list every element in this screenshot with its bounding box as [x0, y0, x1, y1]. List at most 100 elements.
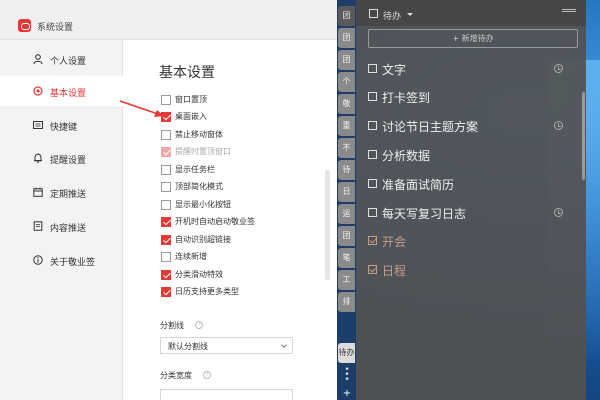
new-todo-button[interactable]: + 新增待办	[368, 29, 578, 48]
option-slide-effect[interactable]: 分类滑动特效	[161, 269, 336, 283]
option-detect-links[interactable]: 自动识别超链接	[161, 234, 336, 248]
option-label: 窗口置顶	[175, 95, 207, 104]
settings-content: 基本设置 窗口置顶 桌面嵌入 禁止移动窗体 提醒时置顶窗口 显示任务栏 顶部简化…	[123, 40, 340, 400]
sidebar-item-label: 关于敬业签	[50, 258, 96, 268]
tab-category[interactable]: 团	[338, 50, 355, 70]
sidebar-item-basic[interactable]: 基本设置	[0, 76, 123, 106]
tab-category[interactable]: 团	[338, 6, 355, 26]
option-label: 桌面嵌入	[175, 112, 207, 121]
select-value: 默认分割线	[168, 342, 208, 351]
menu-icon[interactable]	[562, 9, 576, 12]
option-label: 显示任务栏	[175, 165, 215, 174]
option-window-on-top[interactable]: 窗口置顶	[161, 94, 336, 108]
option-desktop-embed[interactable]: 桌面嵌入	[161, 111, 336, 125]
checkbox[interactable]	[161, 182, 171, 192]
title-bar[interactable]: 系统设置	[0, 0, 340, 40]
checkbox	[161, 147, 171, 157]
todo-item[interactable]: 分析数据	[368, 146, 578, 164]
checkbox[interactable]	[368, 121, 377, 130]
option-continuous-add[interactable]: 连续新增	[161, 251, 336, 265]
user-icon	[33, 54, 43, 64]
checkbox[interactable]	[161, 287, 171, 297]
sidebar-item-label: 内容推送	[50, 224, 87, 234]
chevron-down-icon[interactable]	[407, 13, 413, 16]
info-icon	[33, 255, 43, 265]
add-icon[interactable]: +	[342, 389, 352, 399]
todo-item[interactable]: 每天写复习日志	[368, 204, 578, 222]
checkbox[interactable]	[161, 130, 171, 140]
todo-item[interactable]: 准备面试简历	[368, 175, 578, 193]
todo-panel: 待办 + 新增待办 文字 打卡签到 讨论节日主题方案 分析数据 准备面试简历 每…	[356, 0, 586, 400]
checkbox[interactable]	[368, 92, 377, 101]
todo-text: 每天写复习日志	[382, 207, 467, 221]
divider-label: 分割线	[160, 321, 184, 330]
checkbox[interactable]	[161, 235, 171, 245]
sidebar-item-scheduled-push[interactable]: 定期推送	[0, 177, 123, 207]
tab-category[interactable]: 团	[338, 28, 355, 48]
option-simple-header[interactable]: 顶部简化模式	[161, 181, 336, 195]
tab-category[interactable]: 笔	[338, 248, 355, 268]
tab-category[interactable]: 排	[338, 292, 355, 312]
option-calendar-types[interactable]: 日历支持更多类型	[161, 286, 336, 300]
sidebar-item-about[interactable]: 关于敬业签	[0, 245, 123, 275]
todo-item[interactable]: 讨论节日主题方案	[368, 117, 578, 135]
option-lock-window-position[interactable]: 禁止移动窗体	[161, 129, 336, 143]
checkbox[interactable]	[161, 165, 171, 175]
option-show-taskbar[interactable]: 显示任务栏	[161, 164, 336, 178]
tab-category[interactable]: 敬	[338, 94, 355, 114]
settings-sidebar: 个人设置 基本设置 快捷键 提醒设置 定期推送 内容推送 关于敬业签	[0, 40, 123, 400]
checkbox[interactable]	[368, 64, 377, 73]
checkbox[interactable]	[161, 217, 171, 227]
tab-category[interactable]: 待	[338, 160, 355, 180]
todo-item-done[interactable]: 日程	[368, 261, 578, 279]
tab-category[interactable]: 个	[338, 72, 355, 92]
help-icon[interactable]: ?	[203, 371, 211, 379]
divider-select[interactable]: 默认分割线	[160, 337, 293, 354]
sidebar-item-personal[interactable]: 个人设置	[0, 44, 123, 74]
target-icon	[33, 86, 43, 96]
checkbox[interactable]	[161, 200, 171, 210]
option-autostart[interactable]: 开机时自动启动敬业签	[161, 216, 336, 230]
width-select[interactable]	[160, 389, 293, 400]
tab-category[interactable]: 团	[338, 226, 355, 246]
todo-item-done[interactable]: 开会	[368, 232, 578, 250]
panel-scrollbar[interactable]	[582, 92, 585, 180]
app-logo-icon	[18, 19, 31, 32]
tab-category[interactable]: 重	[338, 116, 355, 136]
checkbox[interactable]	[161, 252, 171, 262]
todo-text: 讨论节日主题方案	[382, 120, 479, 134]
todo-item[interactable]: 文字	[368, 60, 578, 78]
option-label: 禁止移动窗体	[175, 130, 223, 139]
sidebar-item-reminders[interactable]: 提醒设置	[0, 143, 123, 173]
tab-category[interactable]: 不	[338, 138, 355, 158]
option-label: 提醒时置顶窗口	[175, 147, 231, 156]
checkbox[interactable]	[368, 236, 377, 245]
todo-item[interactable]: 打卡签到	[368, 88, 578, 106]
sidebar-item-content-push[interactable]: 内容推送	[0, 211, 123, 241]
checkbox[interactable]	[368, 179, 377, 188]
todo-text: 准备面试简历	[382, 178, 455, 192]
option-show-minimize[interactable]: 显示最小化按钮	[161, 199, 336, 213]
sidebar-item-label: 基本设置	[50, 89, 87, 99]
todo-text: 打卡签到	[382, 91, 431, 105]
sidebar-item-label: 个人设置	[50, 57, 87, 67]
window-title: 系统设置	[37, 23, 74, 33]
sidebar-item-shortcuts[interactable]: 快捷键	[0, 110, 123, 140]
panel-header[interactable]: 待办	[356, 0, 586, 26]
checkbox[interactable]	[161, 270, 171, 280]
tab-category[interactable]: 日	[338, 182, 355, 202]
help-icon[interactable]: ?	[195, 321, 203, 329]
checkbox[interactable]	[368, 150, 377, 159]
checkbox[interactable]	[368, 265, 377, 274]
calendar-icon	[33, 187, 43, 197]
more-icon[interactable]: • • •	[342, 366, 352, 385]
checkbox-icon	[369, 9, 378, 18]
option-label: 显示最小化按钮	[175, 200, 231, 209]
tab-category[interactable]: 运	[338, 204, 355, 224]
tab-category[interactable]: 工	[338, 270, 355, 290]
bell-icon	[34, 153, 42, 163]
tab-category-active[interactable]: 待办	[338, 343, 355, 363]
checkbox[interactable]	[368, 208, 377, 217]
clock-icon	[554, 64, 563, 73]
scrollbar-thumb[interactable]	[325, 170, 330, 280]
